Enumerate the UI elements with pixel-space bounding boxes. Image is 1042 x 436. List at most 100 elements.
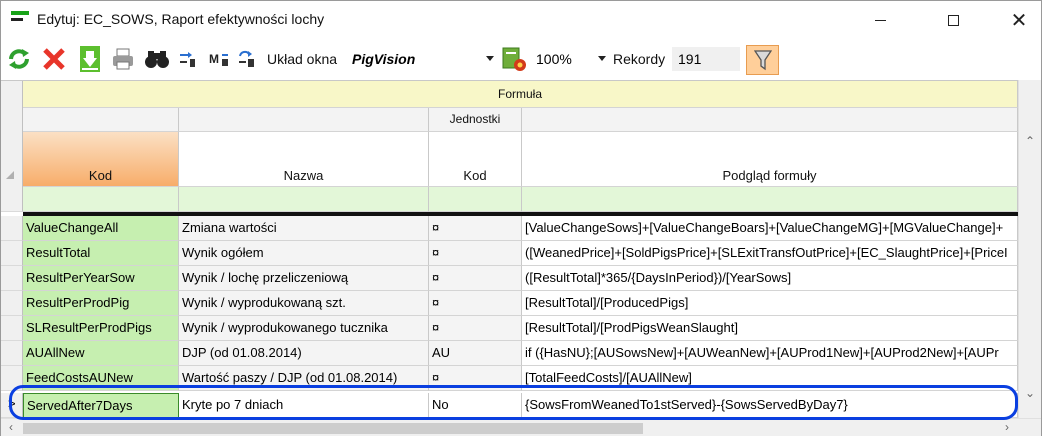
cell-nazwa[interactable]: DJP (od 01.08.2014)	[179, 341, 429, 366]
find-next-icon	[180, 52, 195, 67]
swap-button[interactable]	[235, 45, 257, 73]
vertical-scrollbar[interactable]: ⌃ ⌄	[1018, 80, 1041, 418]
scroll-right-icon[interactable]: ›	[1005, 420, 1009, 434]
row-header[interactable]	[1, 341, 23, 366]
delete-icon	[43, 48, 65, 70]
refresh-button[interactable]	[6, 45, 32, 73]
cell-formula-preview[interactable]: ([WeanedPrice]+[SoldPigsPrice]+[SLExitTr…	[522, 241, 1018, 266]
cell-kod[interactable]: ResultTotal	[23, 241, 179, 266]
find-next-button[interactable]	[176, 45, 198, 73]
filter-cell-formula[interactable]	[522, 187, 1018, 212]
filter-cell-units[interactable]	[429, 187, 522, 212]
maximize-button[interactable]	[930, 1, 976, 39]
scroll-left-icon[interactable]: ‹	[9, 420, 13, 434]
layout-settings-icon	[502, 47, 526, 71]
row-header[interactable]	[1, 216, 23, 241]
filter-button[interactable]	[746, 45, 779, 75]
formula-grid: Formuła Jednostki Kod Nazwa Kod Podgląd …	[1, 80, 1041, 436]
print-button[interactable]	[110, 45, 136, 73]
minimize-button[interactable]	[857, 1, 903, 39]
cell-nazwa[interactable]: Wartość paszy / DJP (od 01.08.2014)	[179, 366, 429, 391]
minimize-icon	[874, 19, 886, 21]
band-empty	[23, 108, 179, 132]
horizontal-scrollbar[interactable]: ‹ ›	[1, 418, 1041, 436]
zoom-select[interactable]: 100%	[532, 47, 610, 71]
column-header-units-kod[interactable]: Kod	[429, 132, 522, 187]
cell-kod[interactable]: ResultPerYearSow	[23, 266, 179, 291]
replace-icon: M	[209, 52, 228, 66]
zoom-value: 100%	[536, 51, 572, 67]
band-units: Jednostki	[429, 108, 522, 132]
records-label: Rekordy	[613, 51, 666, 67]
chevron-down-icon	[598, 56, 606, 61]
filter-icon	[753, 50, 772, 71]
horizontal-scroll-thumb[interactable]	[23, 423, 643, 434]
row-header[interactable]	[1, 316, 23, 341]
cell-formula-preview[interactable]: [ResultTotal]/[ProducedPigs]	[522, 291, 1018, 316]
cell-kod[interactable]: ServedAfter7Days	[23, 393, 179, 418]
band-empty	[179, 108, 429, 132]
close-icon: ✕	[1010, 9, 1028, 32]
cell-formula-preview[interactable]: [ResultTotal]/[ProdPigsWeanSlaught]	[522, 316, 1018, 341]
cell-kod[interactable]: ResultPerProdPig	[23, 291, 179, 316]
header-corner	[1, 81, 23, 212]
layout-label: Układ okna	[267, 51, 338, 67]
find-button[interactable]	[144, 45, 170, 73]
cell-units-kod[interactable]: ¤	[429, 266, 522, 291]
save-button[interactable]	[77, 45, 103, 73]
row-header[interactable]: >	[1, 393, 23, 418]
cell-nazwa[interactable]: Wynik / wyprodukowaną szt.	[179, 291, 429, 316]
cell-kod[interactable]: AUAllNew	[23, 341, 179, 366]
editor-window: Edytuj: EC_SOWS, Raport efektywności loc…	[0, 0, 1042, 436]
cell-formula-preview[interactable]: ([ResultTotal]*365/{DaysInPeriod})/[Year…	[522, 266, 1018, 291]
delete-button[interactable]	[41, 45, 67, 73]
window-title: Edytuj: EC_SOWS, Raport efektywności loc…	[37, 11, 325, 27]
row-header[interactable]	[1, 366, 23, 391]
filter-cell-nazwa[interactable]	[179, 187, 429, 212]
cell-formula-preview[interactable]: [TotalFeedCosts]/[AUAllNew]	[522, 366, 1018, 391]
column-header-nazwa[interactable]: Nazwa	[179, 132, 429, 187]
binoculars-icon	[145, 51, 169, 68]
cell-kod[interactable]: SLResultPerProdPigs	[23, 316, 179, 341]
print-icon	[113, 48, 133, 70]
column-header-formula-preview[interactable]: Podgląd formuły	[522, 132, 1018, 187]
replace-button[interactable]: M	[207, 45, 231, 73]
cell-nazwa[interactable]: Wynik / wyprodukowanego tucznika	[179, 316, 429, 341]
cell-nazwa[interactable]: Kryte po 7 dniach	[179, 393, 429, 418]
cell-units-kod[interactable]: ¤	[429, 241, 522, 266]
app-logo-icon	[11, 11, 29, 23]
toolbar: M Układ okna PigVision 100% Rekordy 191	[1, 39, 1041, 79]
cell-formula-preview[interactable]: if ({HasNU};[AUSowsNew]+[AUWeanNew]+[AUP…	[522, 341, 1018, 366]
cell-units-kod[interactable]: ¤	[429, 316, 522, 341]
cell-units-kod[interactable]: AU	[429, 341, 522, 366]
row-header[interactable]	[1, 241, 23, 266]
row-header[interactable]	[1, 291, 23, 316]
cell-units-kod[interactable]: No	[429, 393, 522, 418]
band-formula: Formuła	[23, 81, 1018, 108]
cell-formula-preview[interactable]: {SowsFromWeanedTo1stServed}-{SowsServedB…	[522, 393, 1018, 418]
scroll-up-icon[interactable]: ⌃	[1025, 134, 1035, 148]
filter-cell-kod[interactable]	[23, 187, 179, 212]
cell-formula-preview[interactable]: [ValueChangeSows]+[ValueChangeBoars]+[Va…	[522, 216, 1018, 241]
svg-text:M: M	[209, 52, 219, 66]
maximize-icon	[947, 14, 959, 26]
layout-select[interactable]: PigVision	[346, 47, 496, 71]
current-row-icon: >	[8, 396, 16, 411]
cell-nazwa[interactable]: Zmiana wartości	[179, 216, 429, 241]
cell-nazwa[interactable]: Wynik / lochę przeliczeniową	[179, 266, 429, 291]
chevron-down-icon	[486, 56, 494, 61]
cell-nazwa[interactable]: Wynik ogółem	[179, 241, 429, 266]
cell-units-kod[interactable]: ¤	[429, 216, 522, 241]
cell-kod[interactable]: FeedCostsAUNew	[23, 366, 179, 391]
refresh-icon	[9, 49, 29, 69]
swap-icon	[239, 50, 254, 67]
close-button[interactable]: ✕	[996, 1, 1042, 39]
cell-units-kod[interactable]: ¤	[429, 291, 522, 316]
scroll-down-icon[interactable]: ⌄	[1025, 386, 1035, 400]
cell-kod[interactable]: ValueChangeAll	[23, 216, 179, 241]
band-empty	[522, 108, 1018, 132]
layout-settings-button[interactable]	[499, 45, 529, 73]
row-header[interactable]	[1, 266, 23, 291]
cell-units-kod[interactable]: ¤	[429, 366, 522, 391]
column-header-kod[interactable]: Kod	[23, 132, 179, 187]
